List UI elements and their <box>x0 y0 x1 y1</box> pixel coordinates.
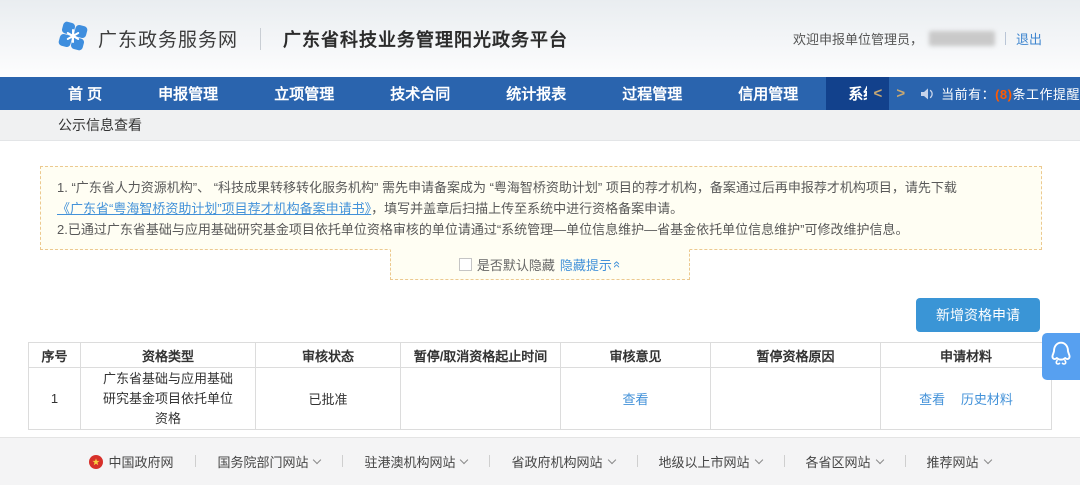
notice-line-2-rest: ，填写并盖章后扫描上传至系统中进行资格备案申请。 <box>371 201 683 216</box>
chevron-down-icon <box>983 456 991 464</box>
notice-line-3: 2.已通过广东省基础与应用基础研究基金项目依托单位资格审核的单位请通过“系统管理… <box>57 219 1025 240</box>
cell-review-status: 已批准 <box>256 368 401 430</box>
footer-link-label: 中国政府网 <box>108 452 173 471</box>
chevron-down-icon <box>460 456 468 464</box>
logout-divider <box>1005 32 1006 45</box>
footer-link-provinces[interactable]: 各省区网站 <box>784 452 905 471</box>
footer-link-gov-cn[interactable]: 中国政府网 <box>67 452 195 471</box>
hide-tip-label: 隐藏提示 <box>560 255 612 274</box>
page-title: 公示信息查看 <box>58 115 142 135</box>
application-form-download-link[interactable]: 《广东省“粤海智桥资助计划”项目荐才机构备案申请书》 <box>57 201 371 216</box>
col-pause-reason: 暂停资格原因 <box>711 343 881 368</box>
reminder-next-icon[interactable]: > <box>889 77 912 110</box>
logout-link[interactable]: 退出 <box>1016 29 1042 48</box>
brand: 广东政务服务网 广东省科技业务管理阳光政务平台 <box>58 21 568 56</box>
footer-link-label: 各省区网站 <box>806 452 871 471</box>
national-emblem-icon <box>89 455 103 469</box>
title-divider <box>260 28 261 50</box>
nav-item-declare[interactable]: 申报管理 <box>130 77 246 110</box>
nav-item-contract[interactable]: 技术合同 <box>362 77 478 110</box>
cell-application-material: 查看 历史材料 <box>881 368 1052 430</box>
cell-index: 1 <box>29 368 81 430</box>
col-review-opinion: 审核意见 <box>561 343 711 368</box>
cell-review-opinion: 查看 <box>561 368 711 430</box>
footer-link-state-council[interactable]: 国务院部门网站 <box>195 452 342 471</box>
col-qualification-type: 资格类型 <box>81 343 256 368</box>
reminder-suffix: 条工作提醒 <box>1012 87 1080 102</box>
user-area: 欢迎申报单位管理员， 退出 <box>793 29 1042 48</box>
hide-default-checkbox[interactable] <box>459 258 472 271</box>
announcement-speaker-icon <box>920 87 935 101</box>
col-pause-period: 暂停/取消资格起止时间 <box>401 343 561 368</box>
table-row: 1 广东省基础与应用基础研究基金项目依托单位资格 已批准 查看 查看 历史材料 <box>29 368 1052 430</box>
qualification-table: 序号 资格类型 审核状态 暂停/取消资格起止时间 审核意见 暂停资格原因 申请材… <box>28 342 1052 430</box>
hide-default-label: 是否默认隐藏 <box>477 255 555 274</box>
footer-link-label: 地级以上市网站 <box>659 452 750 471</box>
nav-item-home[interactable]: 首 页 <box>40 77 130 110</box>
reminder-prev-icon[interactable]: < <box>867 77 890 110</box>
page-header: 广东政务服务网 广东省科技业务管理阳光政务平台 欢迎申报单位管理员， 退出 <box>0 0 1080 77</box>
nav-item-process[interactable]: 过程管理 <box>594 77 710 110</box>
collapse-up-icon: « <box>611 261 624 268</box>
action-row: 新增资格申请 <box>0 280 1080 332</box>
page-footer: 中国政府网 国务院部门网站 驻港澳机构网站 省政府机构网站 地级以上市网站 各省… <box>0 437 1080 485</box>
welcome-text: 欢迎申报单位管理员， <box>793 29 923 48</box>
col-application-material: 申请材料 <box>881 343 1052 368</box>
footer-link-label: 推荐网站 <box>927 452 979 471</box>
table-header-row: 序号 资格类型 审核状态 暂停/取消资格起止时间 审核意见 暂停资格原因 申请材… <box>29 343 1052 368</box>
reminder-text[interactable]: 当前有：(8)条工作提醒 <box>941 84 1080 103</box>
main-nav: 首 页 申报管理 立项管理 技术合同 统计报表 过程管理 信用管理 系统管理 <… <box>0 77 1080 110</box>
nav-item-project[interactable]: 立项管理 <box>246 77 362 110</box>
footer-link-recommended[interactable]: 推荐网站 <box>905 452 1013 471</box>
cell-pause-period <box>401 368 561 430</box>
review-opinion-view-link[interactable]: 查看 <box>622 392 648 407</box>
footer-link-city[interactable]: 地级以上市网站 <box>637 452 784 471</box>
cell-pause-reason <box>711 368 881 430</box>
chevron-down-icon <box>875 456 883 464</box>
footer-link-label: 国务院部门网站 <box>217 452 308 471</box>
main-content: 1. “广东省人力资源机构”、 “科技成果转移转化服务机构” 需先申请备案成为 … <box>0 141 1080 437</box>
subnav-bar: 公示信息查看 <box>0 110 1080 141</box>
notice-hide-tab: 是否默认隐藏 隐藏提示 « <box>390 249 690 280</box>
material-history-link[interactable]: 历史材料 <box>961 392 1013 407</box>
cell-qualification-type: 广东省基础与应用基础研究基金项目依托单位资格 <box>81 368 256 430</box>
col-review-status: 审核状态 <box>256 343 401 368</box>
footer-link-hk-macau[interactable]: 驻港澳机构网站 <box>342 452 489 471</box>
notice-box: 1. “广东省人力资源机构”、 “科技成果转移转化服务机构” 需先申请备案成为 … <box>40 166 1042 250</box>
chevron-down-icon <box>607 456 615 464</box>
col-index: 序号 <box>29 343 81 368</box>
nav-item-credit[interactable]: 信用管理 <box>710 77 826 110</box>
new-qualification-button[interactable]: 新增资格申请 <box>916 298 1040 332</box>
work-reminder-bar: < > 当前有：(8)条工作提醒 <box>867 77 1080 110</box>
footer-link-label: 省政府机构网站 <box>511 452 602 471</box>
notice-line-2: 《广东省“粤海智桥资助计划”项目荐才机构备案申请书》，填写并盖章后扫描上传至系统… <box>57 198 1025 219</box>
site-name: 广东政务服务网 <box>98 25 238 52</box>
platform-title: 广东省科技业务管理阳光政务平台 <box>283 26 568 52</box>
reminder-count: (8) <box>995 87 1012 102</box>
footer-link-provincial-gov[interactable]: 省政府机构网站 <box>489 452 636 471</box>
notice-line-1: 1. “广东省人力资源机构”、 “科技成果转移转化服务机构” 需先申请备案成为 … <box>57 177 1025 198</box>
nav-item-report[interactable]: 统计报表 <box>478 77 594 110</box>
chevron-down-icon <box>754 456 762 464</box>
footer-links: 中国政府网 国务院部门网站 驻港澳机构网站 省政府机构网站 地级以上市网站 各省… <box>67 452 1012 471</box>
qq-service-button[interactable] <box>1042 333 1080 380</box>
reminder-prefix: 当前有： <box>941 87 995 102</box>
username-redacted <box>929 31 995 46</box>
material-view-link[interactable]: 查看 <box>919 392 945 407</box>
qq-penguin-icon <box>1048 339 1074 374</box>
hide-tip-link[interactable]: 隐藏提示 « <box>560 255 621 274</box>
chevron-down-icon <box>313 456 321 464</box>
gov-pinwheel-logo-icon <box>58 21 88 56</box>
footer-link-label: 驻港澳机构网站 <box>364 452 455 471</box>
